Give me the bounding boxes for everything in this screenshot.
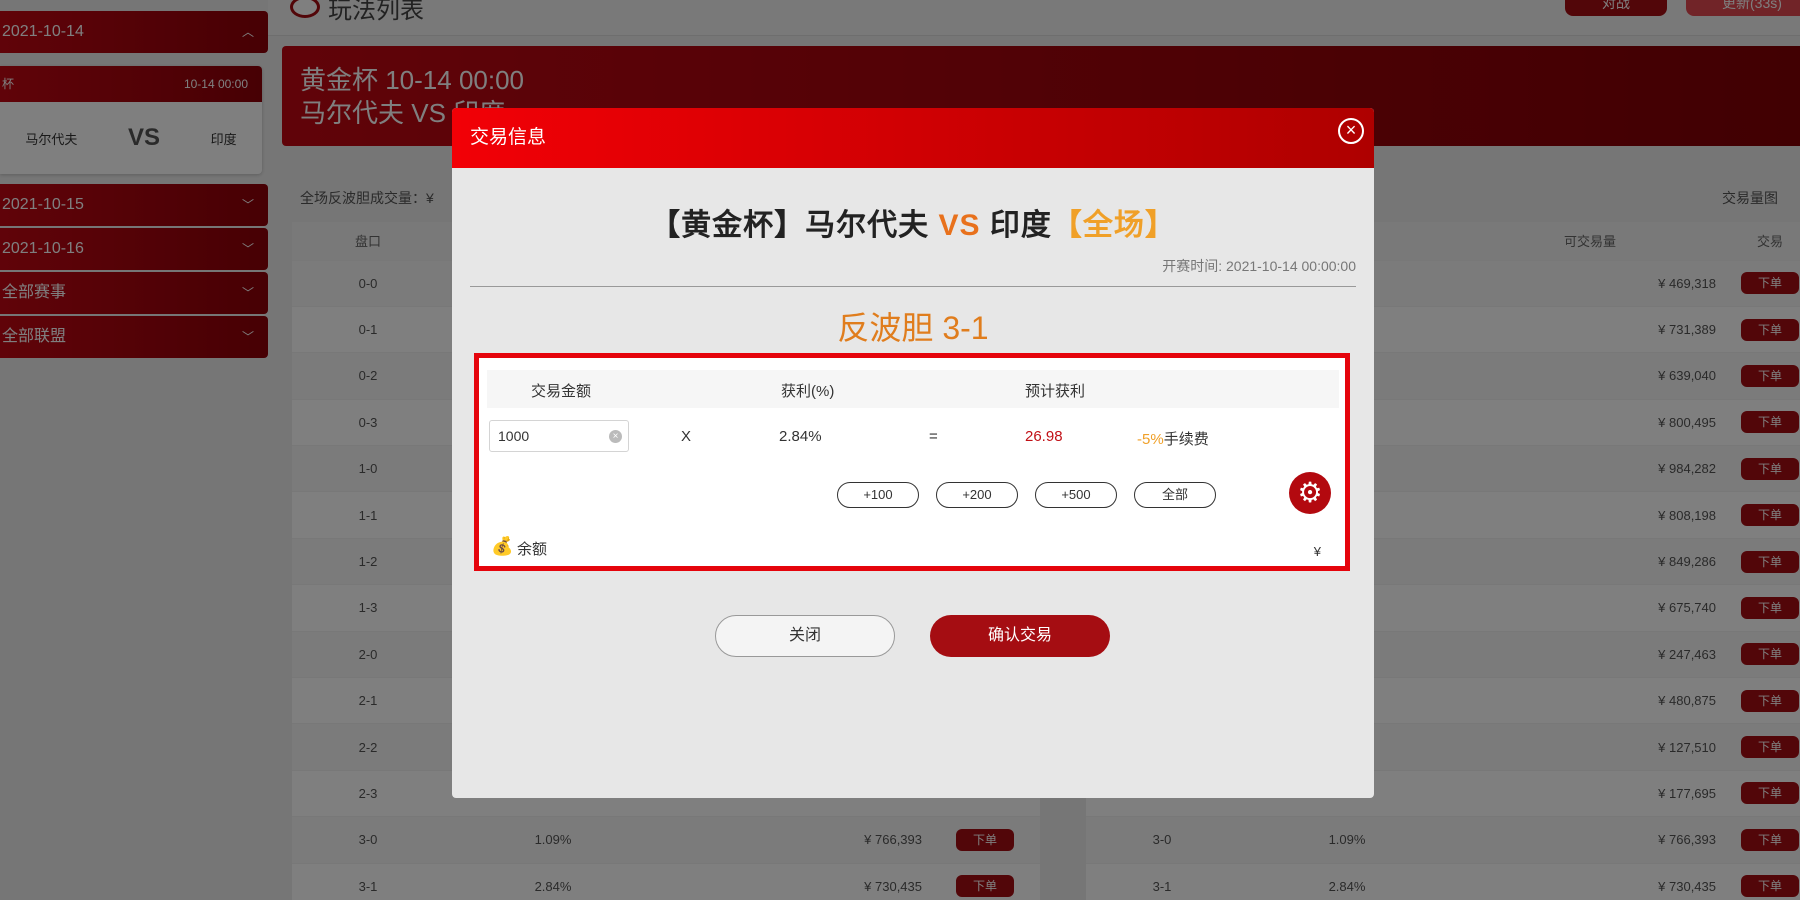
trade-modal: 交易信息 × 【黄金杯】马尔代夫 VS 印度【全场】 开赛时间: 2021-10… bbox=[452, 108, 1374, 798]
match-title-away: 印度 bbox=[980, 209, 1052, 242]
quick-add-200[interactable]: +200 bbox=[936, 482, 1018, 508]
fee-info: -5%手续费 bbox=[1137, 428, 1209, 449]
expected-profit: 26.98 bbox=[1025, 428, 1063, 445]
quick-all[interactable]: 全部 bbox=[1134, 482, 1216, 508]
close-icon[interactable]: × bbox=[1338, 118, 1364, 144]
money-bag-icon: 💰 bbox=[491, 536, 514, 556]
times-sign: X bbox=[681, 428, 692, 445]
quick-add-100[interactable]: +100 bbox=[837, 482, 919, 508]
modal-header: 交易信息 × bbox=[452, 108, 1374, 168]
calculator-header: 交易金额 获利(%) 预计获利 bbox=[487, 370, 1339, 408]
match-title-vs: VS bbox=[938, 209, 981, 242]
gear-icon[interactable]: ⚙ bbox=[1289, 472, 1331, 514]
confirm-trade-button[interactable]: 确认交易 bbox=[930, 615, 1110, 657]
divider bbox=[470, 286, 1356, 287]
bet-name: 反波胆 3-1 bbox=[837, 310, 989, 346]
start-time: 开赛时间: 2021-10-14 00:00:00 bbox=[1162, 258, 1356, 274]
expected-header: 预计获利 bbox=[1025, 383, 1086, 400]
fee-percent: -5% bbox=[1137, 431, 1164, 448]
quick-add-500[interactable]: +500 bbox=[1035, 482, 1117, 508]
equals-sign: = bbox=[929, 428, 938, 445]
amount-input[interactable]: 1000 × bbox=[489, 420, 629, 452]
match-title-teams: 【黄金杯】马尔代夫 bbox=[650, 209, 939, 242]
profit-rate: 2.84% bbox=[779, 428, 822, 445]
balance-value: ¥ bbox=[1313, 544, 1321, 559]
match-title: 【黄金杯】马尔代夫 VS 印度【全场】 bbox=[452, 200, 1374, 244]
amount-header: 交易金额 bbox=[531, 383, 592, 400]
trade-calculator: 交易金额 获利(%) 预计获利 1000 × X 2.84% = 26.98 -… bbox=[474, 353, 1350, 571]
clear-icon[interactable]: × bbox=[609, 430, 622, 443]
balance-label: 余额 bbox=[517, 541, 548, 558]
fee-label: 手续费 bbox=[1163, 431, 1209, 448]
close-button[interactable]: 关闭 bbox=[715, 615, 895, 657]
profit-header: 获利(%) bbox=[781, 383, 835, 400]
match-title-scope: 【全场】 bbox=[1051, 209, 1176, 242]
amount-input-value: 1000 bbox=[498, 428, 530, 444]
calculator-row: 1000 × X 2.84% = 26.98 -5%手续费 bbox=[479, 418, 1345, 458]
modal-title: 交易信息 bbox=[470, 127, 547, 148]
